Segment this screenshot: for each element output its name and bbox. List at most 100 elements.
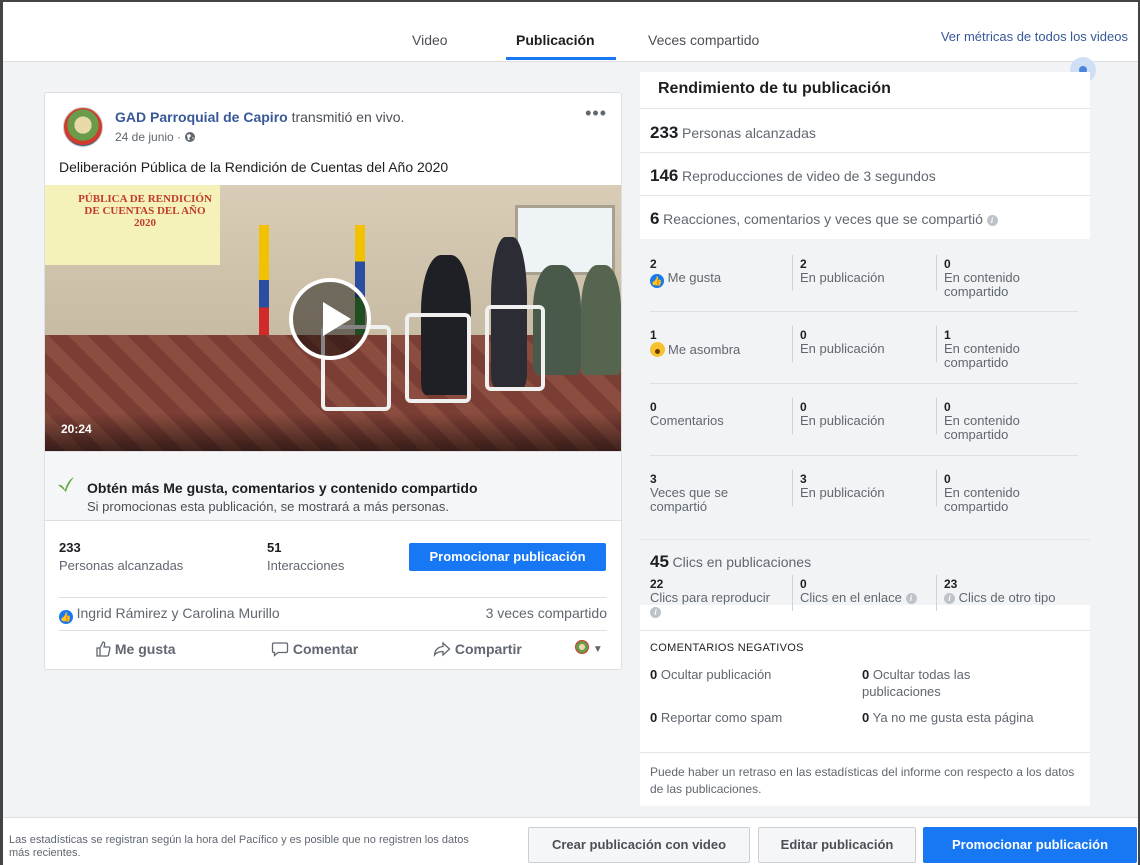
- shares-shared: 0: [944, 472, 951, 486]
- on-shared-label: En contenido compartido: [944, 413, 1020, 442]
- row-divider: [650, 455, 1078, 456]
- performance-panel: Rendimiento de tu publicación 233 Person…: [640, 72, 1090, 806]
- likes-total: 2: [650, 257, 657, 271]
- clicks-play-label: Clics para reproducir: [650, 590, 770, 605]
- clicks-link-cell: 0 Clics en el enlace i: [800, 577, 930, 605]
- section-divider: [640, 630, 1090, 631]
- likes-total-cell: 2 👍 Me gusta: [650, 257, 721, 288]
- all-videos-metrics-link[interactable]: Ver métricas de todos los videos: [941, 29, 1128, 44]
- clicks-other-label: Clics de otro tipo: [958, 590, 1056, 605]
- interactions-number: 51: [267, 540, 282, 555]
- post-text: Deliberación Pública de la Rendición de …: [59, 159, 449, 175]
- wow-shared: 1: [944, 328, 951, 342]
- shares-count[interactable]: 3 veces compartido: [486, 605, 607, 621]
- promotion-title: Obtén más Me gusta, comentarios y conten…: [87, 480, 478, 496]
- create-video-post-button[interactable]: Crear publicación con video: [528, 827, 750, 863]
- negative-feedback-title: COMENTARIOS NEGATIVOS: [650, 642, 804, 654]
- tab-veces-compartido[interactable]: Veces compartido: [648, 32, 759, 48]
- likes-shared-cell: 0 En contenido compartido: [944, 257, 1064, 299]
- spam-label: Reportar como spam: [660, 710, 783, 725]
- column-divider: [792, 326, 793, 362]
- spam-metric: 0 Reportar como spam: [650, 709, 782, 726]
- column-divider: [792, 470, 793, 506]
- video-player[interactable]: PÚBLICA DE RENDICIÓN DE CUENTAS DEL AÑO …: [45, 185, 621, 451]
- video-frame-projection-text: PÚBLICA DE RENDICIÓN DE CUENTAS DEL AÑO …: [78, 193, 212, 229]
- on-post-label: En publicación: [800, 413, 885, 428]
- unlike-number: 0: [862, 710, 870, 725]
- info-icon[interactable]: i: [905, 593, 917, 604]
- promote-post-button[interactable]: Promocionar publicación: [409, 543, 606, 571]
- comments-label: Comentarios: [650, 413, 724, 428]
- wow-reaction-icon: [650, 342, 665, 357]
- post-card: GAD Parroquial de Capiro transmitió en v…: [44, 92, 622, 670]
- likes-post-cell: 2 En publicación: [800, 257, 885, 285]
- edit-post-button[interactable]: Editar publicación: [758, 827, 916, 863]
- reactors-names: Ingrid Rámirez y Carolina Murillo: [76, 605, 280, 621]
- more-options-icon[interactable]: •••: [585, 103, 607, 124]
- info-icon[interactable]: i: [944, 593, 955, 604]
- interactions-label: Interacciones: [267, 558, 345, 573]
- share-action-button[interactable]: Compartir: [433, 641, 522, 658]
- clicks-play-number: 22: [650, 577, 664, 591]
- post-date-text[interactable]: 24 de junio ·: [115, 130, 181, 144]
- play-icon[interactable]: [289, 278, 371, 360]
- likes-shared: 0: [944, 257, 951, 271]
- post-action-text: transmitió en vivo.: [291, 109, 405, 125]
- comments-total-cell: 0 Comentarios: [650, 400, 724, 428]
- shares-total-cell: 3 Veces que se compartió: [650, 472, 770, 514]
- plays-metric: 146 Reproducciones de video de 3 segundo…: [640, 152, 1090, 195]
- reached-metric: 233 Personas alcanzadas: [640, 108, 1090, 151]
- share-arrow-icon: [433, 641, 451, 658]
- hide-post-label: Ocultar publicación: [660, 667, 772, 682]
- post-as-selector[interactable]: ▼: [575, 639, 603, 655]
- reach-number: 233: [59, 540, 81, 555]
- reached-number: 233: [650, 123, 679, 142]
- on-shared-label: En contenido compartido: [944, 485, 1020, 514]
- comments-post-cell: 0 En publicación: [800, 400, 885, 428]
- shares-total: 3: [650, 472, 657, 486]
- plays-label: Reproducciones de video de 3 segundos: [682, 168, 936, 184]
- page-name-link[interactable]: GAD Parroquial de Capiro: [115, 109, 288, 125]
- column-divider: [936, 575, 937, 611]
- active-tab-indicator: [506, 57, 616, 60]
- info-icon[interactable]: i: [650, 607, 661, 618]
- like-reaction-icon: 👍: [650, 274, 664, 288]
- video-controls-overlay: [45, 413, 621, 451]
- reactors-block[interactable]: 👍 Ingrid Rámirez y Carolina Murillo: [59, 605, 280, 624]
- tab-publicacion[interactable]: Publicación: [516, 32, 595, 48]
- unlike-metric: 0 Ya no me gusta esta página: [862, 709, 1042, 726]
- wow-label: Me asombra: [668, 342, 741, 357]
- comments-post: 0: [800, 400, 807, 414]
- comments-shared: 0: [944, 400, 951, 414]
- page-avatar[interactable]: [63, 107, 103, 147]
- tab-video[interactable]: Video: [412, 32, 448, 48]
- on-post-label: En publicación: [800, 270, 885, 285]
- reactions-summary: 👍 Ingrid Rámirez y Carolina Murillo 3 ve…: [59, 597, 607, 629]
- like-action-button[interactable]: Me gusta: [95, 641, 176, 657]
- comments-shared-cell: 0 En contenido compartido: [944, 400, 1064, 442]
- chevron-down-icon: ▼: [592, 644, 603, 655]
- comment-icon: [271, 642, 289, 657]
- comment-action-button[interactable]: Comentar: [271, 641, 358, 657]
- like-action-label: Me gusta: [114, 641, 176, 657]
- column-divider: [936, 470, 937, 506]
- hide-all-number: 0: [862, 667, 870, 682]
- video-frame-flag: [259, 225, 269, 335]
- video-duration: 20:24: [61, 422, 92, 436]
- on-post-label: En publicación: [800, 341, 885, 356]
- promote-post-bottom-button[interactable]: Promocionar publicación: [923, 827, 1137, 863]
- video-frame-person: [581, 265, 621, 375]
- shares-label: Veces que se compartió: [650, 485, 729, 514]
- info-icon[interactable]: i: [986, 215, 998, 226]
- bottom-action-bar: Las estadísticas se registran según la h…: [3, 817, 1138, 865]
- engagement-metric: 6 Reacciones, comentarios y veces que se…: [640, 195, 1090, 239]
- section-divider: [640, 752, 1090, 753]
- clicks-play-cell: 22 Clics para reproducir i: [650, 577, 780, 619]
- checkmark-icon: [58, 477, 74, 492]
- clicks-label: Clics en publicaciones: [672, 554, 812, 570]
- globe-icon: [185, 132, 196, 142]
- on-shared-label: En contenido compartido: [944, 270, 1020, 299]
- clicks-link-number: 0: [800, 577, 807, 591]
- plays-number: 146: [650, 166, 679, 185]
- column-divider: [792, 398, 793, 434]
